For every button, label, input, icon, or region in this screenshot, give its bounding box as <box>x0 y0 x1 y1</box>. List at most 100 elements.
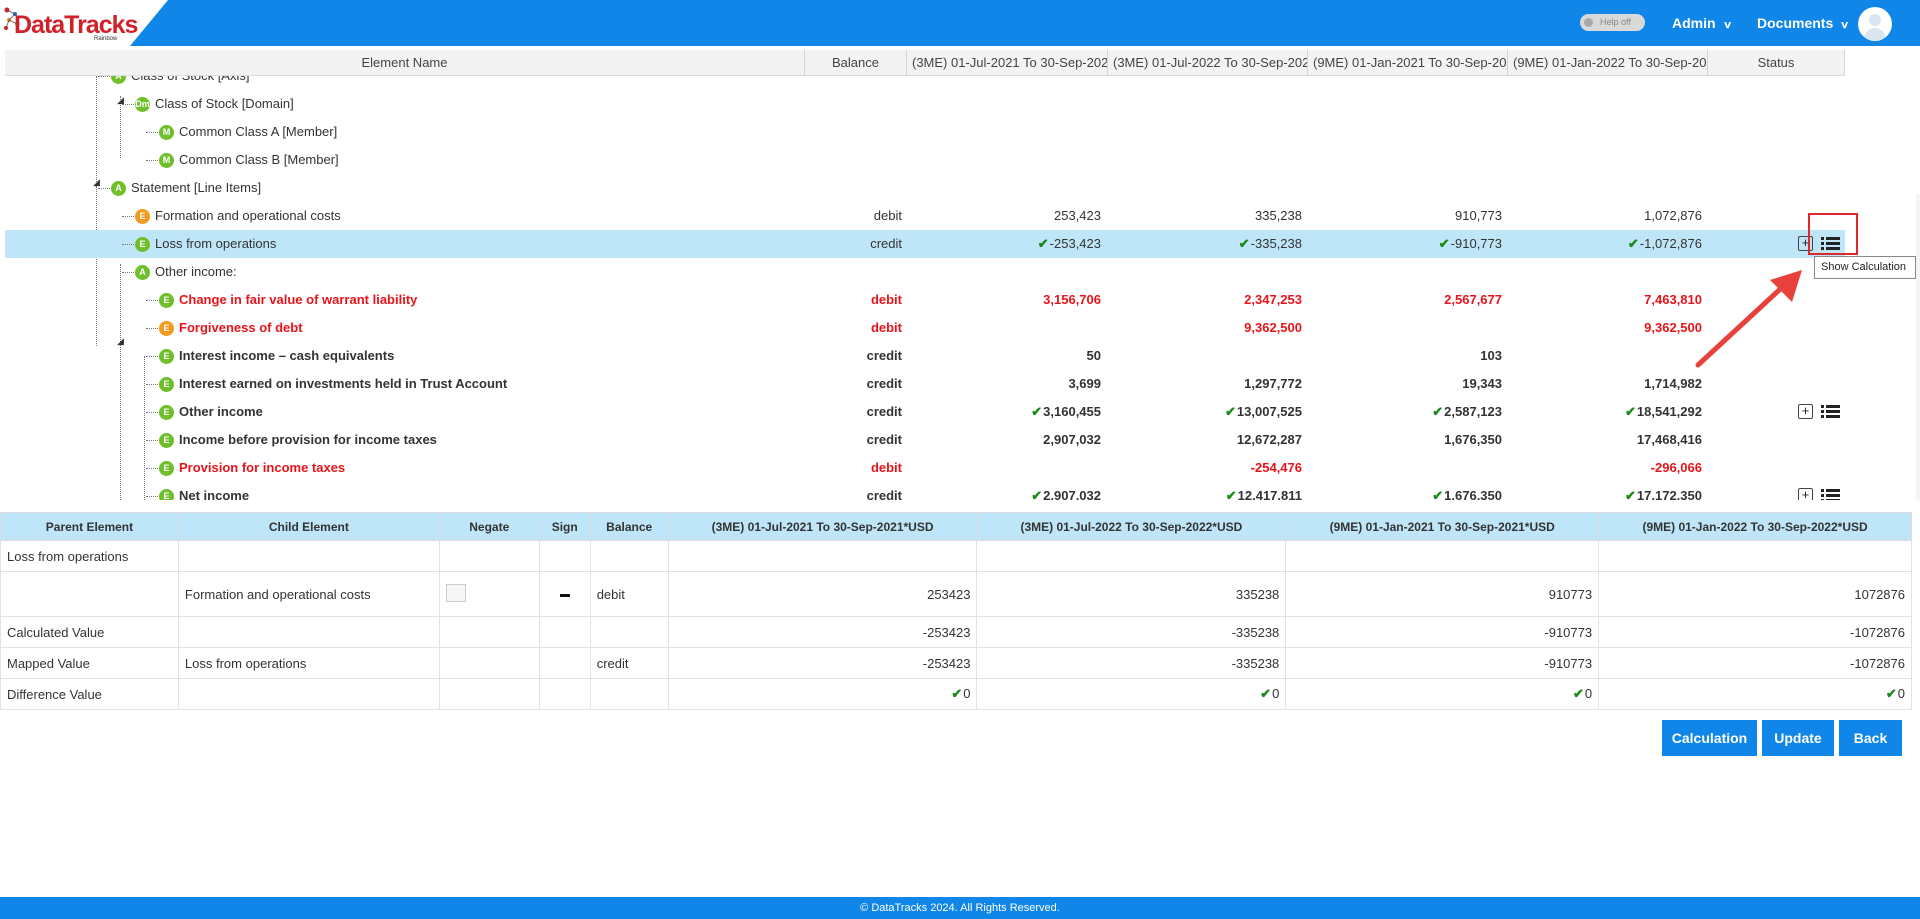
tree-row[interactable]: M Common Class A [Member] <box>5 118 1845 146</box>
logo-subtitle: Rainbow <box>94 36 118 42</box>
tree-row[interactable]: E Provision for income taxes debit -254,476… <box>5 454 1845 482</box>
col-period-1[interactable]: (3ME) 01-Jul-2021 To 30-Sep-2021 <box>907 50 1108 76</box>
element-name[interactable]: Common Class A [Member] <box>179 118 337 146</box>
update-button[interactable]: Update <box>1762 720 1834 756</box>
back-button[interactable]: Back <box>1839 720 1902 756</box>
element-value: ✔-253,423 <box>1037 236 1101 251</box>
element-balance: credit <box>866 432 902 447</box>
negate-checkbox[interactable] <box>445 583 466 602</box>
element-value <box>907 454 1106 482</box>
element-value <box>1108 258 1307 286</box>
col-status[interactable]: Status <box>1708 50 1845 76</box>
element-value <box>1508 118 1707 146</box>
element-value: ✔2,907,032 <box>907 482 1106 500</box>
documents-menu[interactable]: Documents ∨ <box>1757 15 1850 31</box>
element-balance: debit <box>870 320 902 335</box>
tree-row[interactable]: E Interest income – cash equivalents credi… <box>5 342 1845 370</box>
element-name[interactable]: Forgiveness of debt <box>179 314 303 342</box>
element-name[interactable]: Statement [Line Items] <box>131 174 261 202</box>
element-value <box>1108 90 1307 118</box>
tree-row[interactable]: E Loss from operations credit ✔-253,423 ✔-33… <box>5 230 1845 258</box>
tree-row[interactable]: A Statement [Line Items] <box>5 174 1845 202</box>
tree-row[interactable]: E Other income credit ✔3,160,455 ✔13,007,525… <box>5 398 1845 426</box>
element-value: ✔-1,072,876 <box>1627 236 1702 251</box>
expand-plus-icon[interactable]: + <box>1798 488 1813 500</box>
difference-label: Difference Value <box>0 678 179 710</box>
element-value <box>907 118 1106 146</box>
element-name[interactable]: Interest income – cash equivalents <box>179 342 394 370</box>
calc-mapped-row: Mapped Value Loss from operations credit… <box>0 647 1912 679</box>
element-value: ✔2,587,123 <box>1432 404 1502 419</box>
element-type-badge-icon: E <box>135 209 150 224</box>
tree-row[interactable]: E Forgiveness of debt debit 9,362,500 9,362,… <box>5 314 1845 342</box>
col-period-4[interactable]: (9ME) 01-Jan-2022 To 30-Sep-2022 <box>1508 50 1708 76</box>
grid-scrollbar[interactable] <box>1916 194 1920 500</box>
check-icon: ✔ <box>1572 686 1584 701</box>
element-value <box>1508 146 1707 174</box>
element-value: ✔1,676,350 <box>1308 482 1507 500</box>
tree-grid: ◢ ◢ ◢ AClass of Stock [Axis]DmClass of S… <box>5 76 1920 500</box>
tree-row[interactable]: E Income before provision for income taxe… <box>5 426 1845 454</box>
element-name[interactable]: Common Class B [Member] <box>179 146 339 174</box>
tree-row[interactable]: E Formation and operational costs debit 253… <box>5 202 1845 230</box>
tree-row[interactable]: A Class of Stock [Axis] <box>5 76 1845 90</box>
element-value <box>907 258 1106 286</box>
element-name[interactable]: Other income <box>179 398 263 426</box>
element-type-badge-icon: A <box>111 181 126 196</box>
element-type-badge-icon: E <box>159 461 174 476</box>
calculation-button[interactable]: Calculation <box>1662 720 1757 756</box>
element-value <box>1508 76 1707 90</box>
element-balance: debit <box>873 208 902 223</box>
col-period-2[interactable]: (3ME) 01-Jul-2022 To 30-Sep-2022 <box>1108 50 1308 76</box>
element-balance <box>805 90 907 118</box>
calculated-value-3: -910773 <box>1285 616 1600 648</box>
tree-row[interactable]: M Common Class B [Member] <box>5 146 1845 174</box>
element-name[interactable]: Net income <box>179 482 249 500</box>
element-name[interactable]: Provision for income taxes <box>179 454 345 482</box>
element-name[interactable]: Class of Stock [Domain] <box>155 90 294 118</box>
tree-row[interactable]: E Net income credit ✔2,907,032 ✔12,417,811 ✔1… <box>5 482 1845 500</box>
tree-row[interactable]: E Interest earned on investments held in … <box>5 370 1845 398</box>
element-value: -254,476 <box>1250 460 1302 475</box>
element-name[interactable]: Change in fair value of warrant liabilit… <box>179 286 417 314</box>
element-value <box>1108 174 1307 202</box>
tree-row[interactable]: E Change in fair value of warrant liabili… <box>5 286 1845 314</box>
element-value <box>907 174 1106 202</box>
element-name[interactable]: Loss from operations <box>155 230 276 258</box>
element-name[interactable]: Class of Stock [Axis] <box>131 76 249 90</box>
admin-menu[interactable]: Admin ∨ <box>1672 15 1732 31</box>
tree-line <box>146 468 158 469</box>
element-value <box>1508 258 1707 286</box>
element-balance: credit <box>866 488 902 500</box>
help-toggle[interactable]: Help off <box>1580 14 1645 31</box>
check-icon: ✔ <box>1627 236 1639 251</box>
show-calculation-highlight <box>1808 213 1858 255</box>
col-element-name[interactable]: Element Name <box>5 50 805 76</box>
element-name[interactable]: Interest earned on investments held in T… <box>179 370 507 398</box>
user-avatar[interactable] <box>1858 7 1892 41</box>
check-icon: ✔ <box>1432 404 1444 419</box>
show-calculation-list-icon[interactable] <box>1821 405 1840 420</box>
element-name[interactable]: Income before provision for income taxes <box>179 426 437 454</box>
check-icon: ✔ <box>1625 488 1636 500</box>
difference-value-1: 0 <box>963 686 971 701</box>
calculated-value-1: -253423 <box>667 616 978 648</box>
col-balance[interactable]: Balance <box>805 50 907 76</box>
logo[interactable]: DataTracks Rainbow <box>0 0 168 46</box>
show-calculation-list-icon[interactable] <box>1821 489 1840 500</box>
element-balance <box>805 258 907 286</box>
element-value: 335,238 <box>1255 208 1302 223</box>
element-name[interactable]: Formation and operational costs <box>155 202 341 230</box>
calc-calculated-row: Calculated Value -253423 -335238 -910773… <box>0 616 1912 648</box>
col-period-3[interactable]: (9ME) 01-Jan-2021 To 30-Sep-2021 <box>1308 50 1508 76</box>
expand-plus-icon[interactable]: + <box>1798 404 1813 419</box>
child-balance-cell: debit <box>589 571 669 617</box>
tree-row[interactable]: A Other income: <box>5 258 1845 286</box>
tree-line <box>146 356 158 357</box>
calculated-label: Calculated Value <box>0 616 179 648</box>
tree-line <box>146 132 158 133</box>
element-value <box>1308 258 1507 286</box>
check-icon: ✔ <box>1225 404 1236 419</box>
element-name[interactable]: Other income: <box>155 258 237 286</box>
tree-row[interactable]: Dm Class of Stock [Domain] <box>5 90 1845 118</box>
